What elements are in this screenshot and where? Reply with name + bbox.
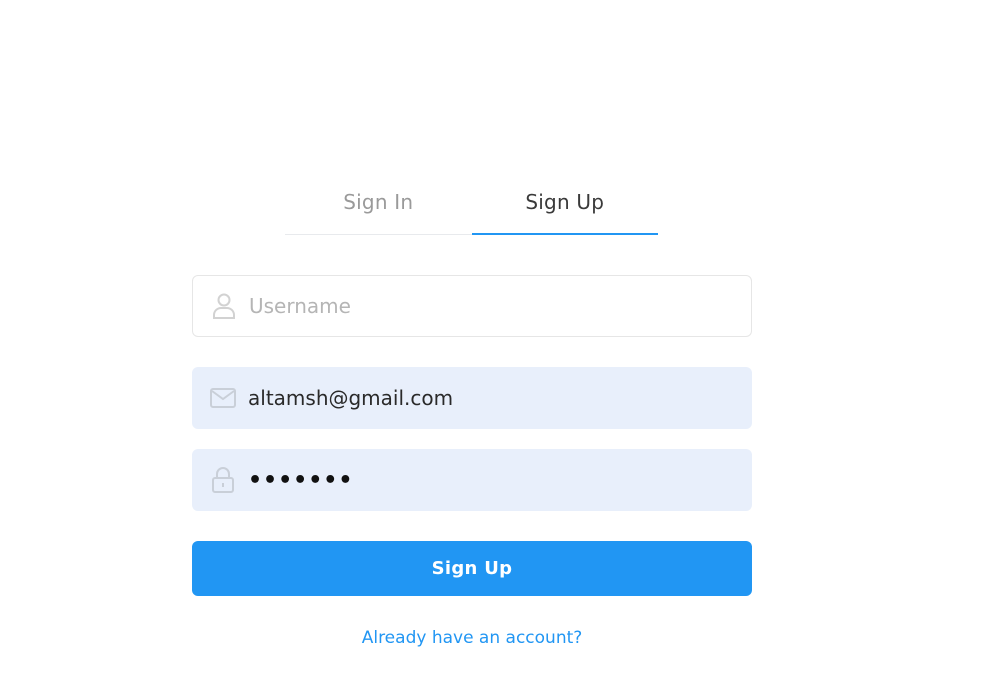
- signup-page: Sign In Sign Up Sig: [0, 0, 988, 698]
- already-have-account-link[interactable]: Already have an account?: [192, 628, 752, 648]
- username-input[interactable]: [249, 276, 751, 336]
- sign-up-button[interactable]: Sign Up: [192, 541, 752, 596]
- tab-sign-up[interactable]: Sign Up: [471, 170, 659, 235]
- tab-sign-in[interactable]: Sign In: [285, 170, 472, 234]
- username-field[interactable]: [192, 275, 752, 337]
- user-icon: [209, 291, 239, 321]
- password-field[interactable]: [192, 449, 752, 511]
- email-field[interactable]: [192, 367, 752, 429]
- auth-tabs: Sign In Sign Up: [285, 170, 658, 235]
- mail-icon: [208, 383, 238, 413]
- password-input[interactable]: [248, 449, 752, 511]
- lock-icon: [208, 465, 238, 495]
- email-input[interactable]: [248, 367, 752, 429]
